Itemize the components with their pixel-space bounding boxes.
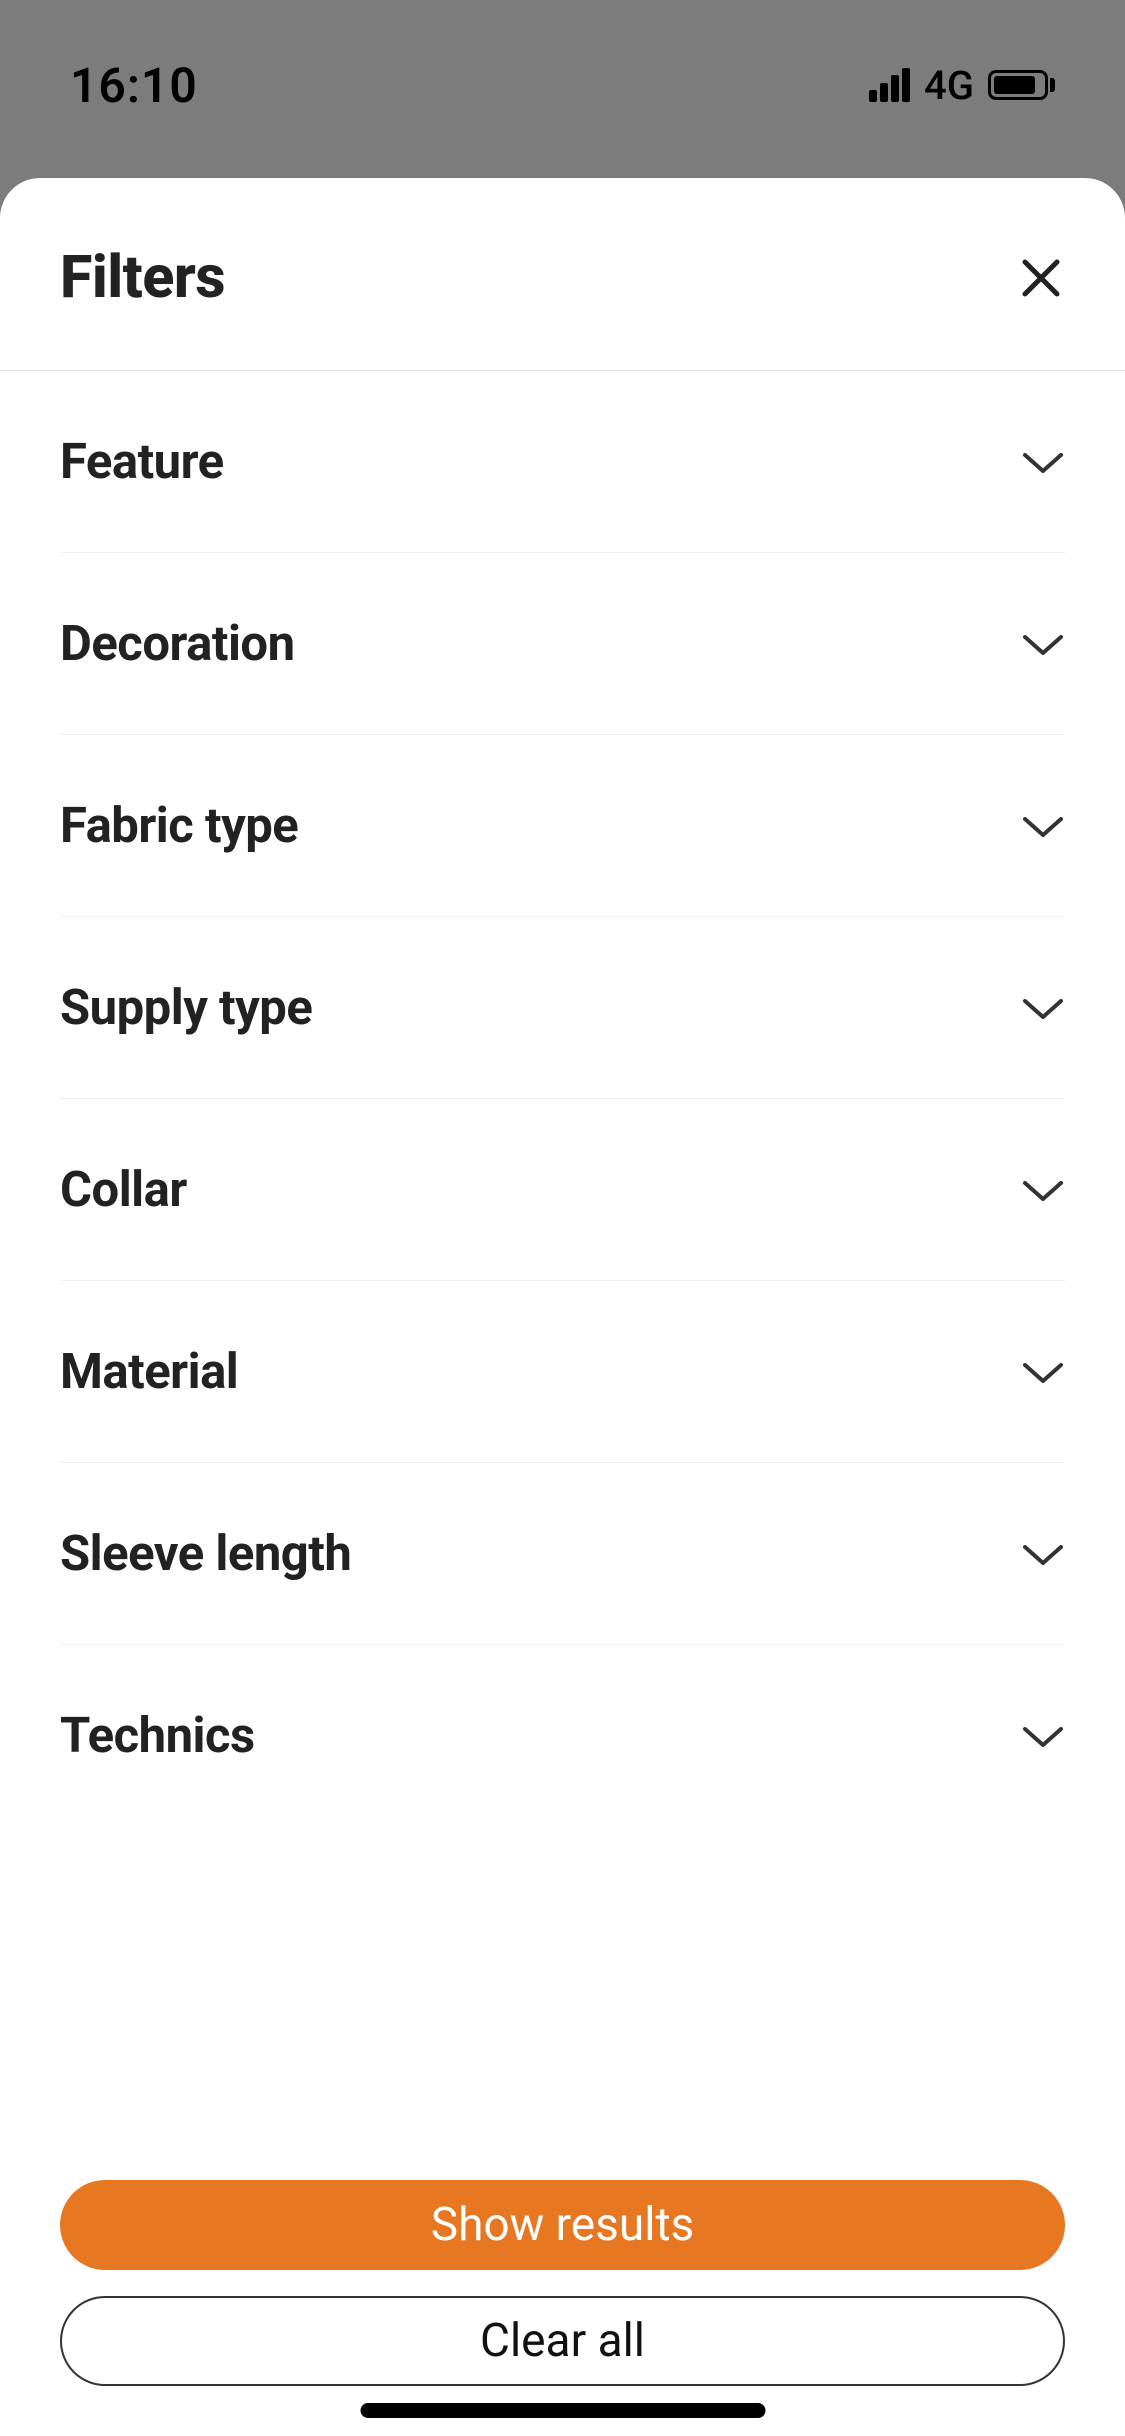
filter-item-sleeve-length[interactable]: Sleeve length [60, 1463, 1065, 1645]
filters-modal: Filters Feature Decoration Fabric type S… [0, 178, 1125, 2436]
chevron-down-icon [1021, 1541, 1065, 1567]
filter-label: Sleeve length [60, 1525, 351, 1582]
modal-header: Filters [0, 178, 1125, 371]
close-icon[interactable] [1017, 254, 1065, 302]
filter-item-material[interactable]: Material [60, 1281, 1065, 1463]
chevron-down-icon [1021, 631, 1065, 657]
chevron-down-icon [1021, 1177, 1065, 1203]
battery-icon [988, 70, 1055, 100]
filter-label: Decoration [60, 615, 295, 672]
filter-label: Collar [60, 1161, 187, 1218]
status-bar: 16:10 4G [0, 0, 1125, 130]
filter-label: Feature [60, 433, 224, 490]
filter-item-collar[interactable]: Collar [60, 1099, 1065, 1281]
chevron-down-icon [1021, 995, 1065, 1021]
filter-label: Material [60, 1343, 238, 1400]
chevron-down-icon [1021, 1359, 1065, 1385]
chevron-down-icon [1021, 449, 1065, 475]
filter-item-technics[interactable]: Technics [60, 1645, 1065, 1826]
clear-all-button[interactable]: Clear all [60, 2296, 1065, 2386]
network-type: 4G [924, 62, 974, 109]
chevron-down-icon [1021, 1723, 1065, 1749]
modal-title: Filters [60, 243, 225, 312]
filter-item-fabric-type[interactable]: Fabric type [60, 735, 1065, 917]
show-results-button[interactable]: Show results [60, 2180, 1065, 2270]
modal-footer: Show results Clear all [0, 2160, 1125, 2436]
filter-list: Feature Decoration Fabric type Supply ty… [0, 371, 1125, 2160]
filter-label: Fabric type [60, 797, 298, 854]
filter-label: Technics [60, 1707, 255, 1764]
filter-item-decoration[interactable]: Decoration [60, 553, 1065, 735]
home-indicator[interactable] [360, 2403, 765, 2418]
filter-item-supply-type[interactable]: Supply type [60, 917, 1065, 1099]
filter-label: Supply type [60, 979, 312, 1036]
signal-icon [869, 68, 910, 102]
status-time: 16:10 [70, 57, 198, 114]
chevron-down-icon [1021, 813, 1065, 839]
status-right: 4G [869, 62, 1055, 109]
filter-item-feature[interactable]: Feature [60, 371, 1065, 553]
